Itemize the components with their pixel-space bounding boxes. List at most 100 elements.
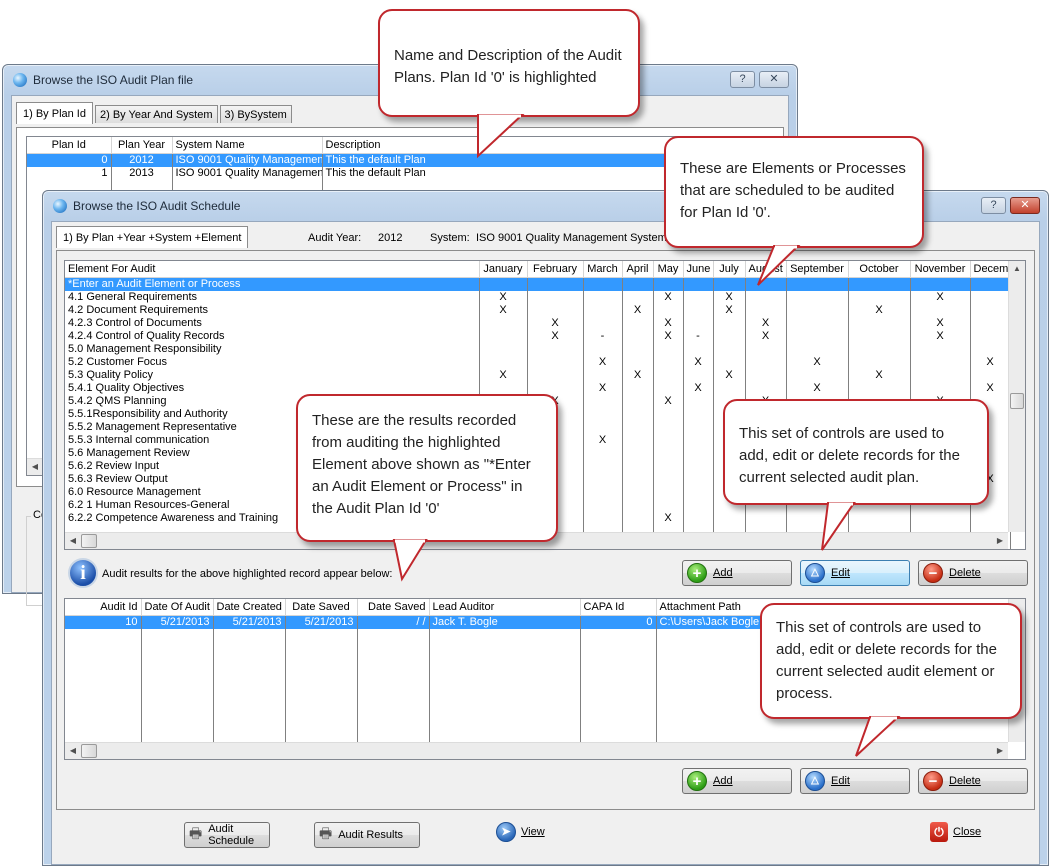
month-mark-cell[interactable]	[653, 446, 684, 460]
month-mark-cell[interactable]	[848, 329, 911, 343]
month-mark-cell[interactable]	[683, 303, 714, 317]
month-mark-cell[interactable]	[527, 368, 584, 382]
month-mark-cell[interactable]	[683, 433, 714, 447]
month-mark-cell[interactable]	[527, 342, 584, 356]
element-row[interactable]: 4.1 General Requirements X X X X	[65, 290, 1011, 304]
add-element-button[interactable]: + Add	[682, 560, 792, 586]
month-mark-cell[interactable]	[713, 511, 746, 525]
column-header-month[interactable]: May	[653, 261, 684, 278]
element-row[interactable]: *Enter an Audit Element or Process	[65, 277, 1011, 291]
month-mark-cell[interactable]	[622, 407, 654, 421]
month-mark-cell[interactable]	[583, 498, 623, 512]
month-mark-cell[interactable]	[527, 303, 584, 317]
month-mark-cell[interactable]	[683, 459, 714, 473]
month-mark-cell[interactable]	[970, 303, 1011, 317]
month-mark-cell[interactable]: X	[848, 303, 911, 317]
month-mark-cell[interactable]: X	[653, 394, 684, 408]
month-mark-cell[interactable]: X	[479, 290, 528, 304]
month-mark-cell[interactable]	[527, 381, 584, 395]
month-mark-cell[interactable]	[622, 420, 654, 434]
month-mark-cell[interactable]	[683, 368, 714, 382]
month-mark-cell[interactable]	[786, 290, 849, 304]
help-button[interactable]: ?	[730, 71, 755, 88]
element-row[interactable]: 5.2 Customer Focus X X X X	[65, 355, 1011, 369]
month-mark-cell[interactable]: X	[713, 303, 746, 317]
column-header-system-name[interactable]: System Name	[172, 137, 323, 154]
month-mark-cell[interactable]	[745, 368, 787, 382]
close-window-button[interactable]: ✕	[759, 71, 789, 88]
month-mark-cell[interactable]	[745, 381, 787, 395]
month-mark-cell[interactable]	[653, 277, 684, 291]
month-mark-cell[interactable]	[583, 446, 623, 460]
month-mark-cell[interactable]	[622, 433, 654, 447]
month-mark-cell[interactable]: X	[653, 290, 684, 304]
month-mark-cell[interactable]	[583, 511, 623, 525]
month-mark-cell[interactable]	[910, 511, 971, 525]
scroll-right-arrow-icon[interactable]: ▶	[992, 743, 1008, 759]
scroll-left-arrow-icon[interactable]: ◀	[27, 459, 43, 475]
month-mark-cell[interactable]	[848, 355, 911, 369]
month-mark-cell[interactable]	[583, 290, 623, 304]
month-mark-cell[interactable]: X	[583, 355, 623, 369]
month-mark-cell[interactable]	[479, 329, 528, 343]
month-mark-cell[interactable]: X	[527, 316, 584, 330]
month-mark-cell[interactable]	[713, 316, 746, 330]
edit-result-button[interactable]: △ Edit	[800, 768, 910, 794]
month-mark-cell[interactable]	[622, 355, 654, 369]
month-mark-cell[interactable]	[713, 342, 746, 356]
month-mark-cell[interactable]	[653, 407, 684, 421]
month-mark-cell[interactable]	[653, 342, 684, 356]
month-mark-cell[interactable]: X	[479, 368, 528, 382]
column-header-date-of-audit[interactable]: Date Of Audit	[141, 599, 214, 616]
month-mark-cell[interactable]	[970, 316, 1011, 330]
month-mark-cell[interactable]: X	[479, 303, 528, 317]
element-row[interactable]: 4.2 Document Requirements X X X X	[65, 303, 1011, 317]
month-mark-cell[interactable]	[683, 511, 714, 525]
column-header-date-saved-2[interactable]: Date Saved	[357, 599, 430, 616]
close-window-button[interactable]: ✕	[1010, 197, 1040, 214]
month-mark-cell[interactable]	[970, 511, 1011, 525]
scroll-left-arrow-icon[interactable]: ◀	[65, 743, 81, 759]
month-mark-cell[interactable]	[479, 342, 528, 356]
month-mark-cell[interactable]	[848, 342, 911, 356]
scroll-left-arrow-icon[interactable]: ◀	[65, 533, 81, 549]
scroll-right-arrow-icon[interactable]: ▶	[992, 533, 1008, 549]
month-mark-cell[interactable]	[622, 459, 654, 473]
month-mark-cell[interactable]	[786, 368, 849, 382]
column-header-date-saved[interactable]: Date Saved	[285, 599, 358, 616]
scroll-thumb[interactable]	[81, 534, 97, 548]
month-mark-cell[interactable]: X	[786, 355, 849, 369]
month-mark-cell[interactable]	[622, 498, 654, 512]
column-header-plan-year[interactable]: Plan Year	[111, 137, 173, 154]
month-mark-cell[interactable]	[910, 342, 971, 356]
month-mark-cell[interactable]: X	[583, 433, 623, 447]
tab-by-plan-year-system-element[interactable]: 1) By Plan +Year +System +Element	[56, 226, 249, 248]
column-header-capa-id[interactable]: CAPA Id	[580, 599, 657, 616]
month-mark-cell[interactable]	[653, 381, 684, 395]
month-mark-cell[interactable]: X	[622, 303, 654, 317]
month-mark-cell[interactable]: X	[970, 355, 1011, 369]
column-header-month[interactable]: March	[583, 261, 623, 278]
month-mark-cell[interactable]	[848, 290, 911, 304]
month-mark-cell[interactable]	[583, 368, 623, 382]
month-mark-cell[interactable]	[745, 355, 787, 369]
element-row[interactable]: 5.3 Quality Policy X X X X	[65, 368, 1011, 382]
month-mark-cell[interactable]	[683, 342, 714, 356]
month-mark-cell[interactable]	[653, 303, 684, 317]
month-mark-cell[interactable]	[786, 316, 849, 330]
month-mark-cell[interactable]	[622, 329, 654, 343]
delete-element-button[interactable]: − Delete	[918, 560, 1028, 586]
column-header-month[interactable]: January	[479, 261, 528, 278]
add-result-button[interactable]: + Add	[682, 768, 792, 794]
month-mark-cell[interactable]	[683, 472, 714, 486]
month-mark-cell[interactable]	[622, 472, 654, 486]
column-header-month[interactable]: June	[683, 261, 714, 278]
element-grid-vscrollbar[interactable]: ▲	[1008, 261, 1025, 532]
month-mark-cell[interactable]: X	[713, 290, 746, 304]
month-mark-cell[interactable]	[910, 368, 971, 382]
month-mark-cell[interactable]: X	[786, 381, 849, 395]
month-mark-cell[interactable]	[527, 277, 584, 291]
month-mark-cell[interactable]	[622, 485, 654, 499]
tab-by-plan-id[interactable]: 1) By Plan Id	[16, 102, 93, 124]
month-mark-cell[interactable]	[653, 472, 684, 486]
